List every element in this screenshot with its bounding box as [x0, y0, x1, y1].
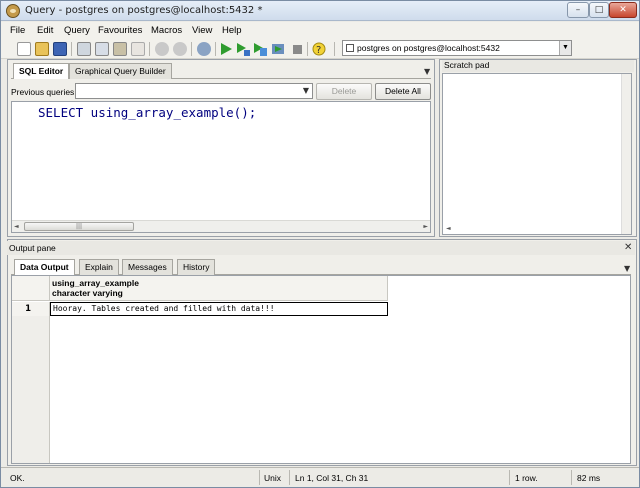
column-name: using_array_example	[52, 278, 139, 288]
output-pane-title: Output pane	[7, 241, 635, 255]
connection-select[interactable]: postgres on postgres@localhost:5432 ▼	[342, 40, 572, 56]
toolbar-separator	[191, 42, 192, 56]
copy-icon[interactable]	[95, 42, 109, 56]
grid-corner[interactable]	[12, 276, 50, 301]
vertical-scrollbar[interactable]	[621, 74, 631, 234]
menu-query[interactable]: Query	[64, 25, 90, 36]
tab-sql-editor[interactable]: SQL Editor	[13, 63, 70, 79]
sql-editor[interactable]: SELECT using_array_example(); ◄ ||| ►	[11, 101, 431, 233]
tab-explain[interactable]: Explain	[79, 259, 119, 275]
explain-analyze-icon[interactable]	[271, 42, 285, 56]
undo-icon[interactable]	[155, 42, 169, 56]
close-icon[interactable]: ✕	[624, 242, 632, 253]
scroll-left-icon[interactable]: ◄	[446, 225, 451, 232]
open-folder-icon[interactable]	[35, 42, 49, 56]
help-icon[interactable]: ?	[312, 42, 326, 56]
row-gutter	[12, 316, 50, 463]
delete-button[interactable]: Delete	[316, 83, 372, 100]
status-encoding: Unix	[264, 473, 282, 483]
cut-icon[interactable]	[77, 42, 91, 56]
status-row-count: 1 row.	[515, 473, 538, 483]
close-window-button[interactable]: ✕	[609, 2, 637, 18]
menu-file[interactable]: File	[10, 25, 25, 36]
tab-messages[interactable]: Messages	[122, 259, 173, 275]
toolbar-separator	[215, 42, 216, 56]
scrollbar-thumb[interactable]: |||	[24, 222, 134, 231]
cancel-query-icon[interactable]	[290, 42, 304, 56]
toolbar-separator	[149, 42, 150, 56]
status-separator	[259, 470, 260, 485]
status-separator	[509, 470, 510, 485]
menu-edit[interactable]: Edit	[37, 25, 53, 36]
connection-label: postgres on postgres@localhost:5432	[357, 43, 500, 53]
data-output-grid: using_array_example character varying 1 …	[11, 275, 631, 464]
save-icon[interactable]	[53, 42, 67, 56]
paste-icon[interactable]	[113, 42, 127, 56]
sql-query-text[interactable]: SELECT using_array_example();	[38, 105, 256, 120]
menu-favourites[interactable]: Favourites	[98, 25, 142, 36]
clear-icon[interactable]	[131, 42, 145, 56]
toolbar: ? postgres on postgres@localhost:5432 ▼	[1, 39, 639, 59]
row-number[interactable]: 1	[12, 302, 50, 316]
new-file-icon[interactable]	[17, 42, 31, 56]
toolbar-separator	[71, 42, 72, 56]
delete-all-button[interactable]: Delete All	[375, 83, 431, 100]
chevron-down-icon[interactable]: ▼	[559, 41, 571, 55]
tab-history[interactable]: History	[177, 259, 216, 275]
tab-graphical-query-builder[interactable]: Graphical Query Builder	[69, 63, 172, 79]
scroll-right-icon[interactable]: ►	[423, 223, 428, 230]
menu-macros[interactable]: Macros	[151, 25, 182, 36]
menu-bar: File Edit Query Favourites Macros View H…	[1, 22, 639, 39]
status-separator	[571, 470, 572, 485]
column-header[interactable]: using_array_example character varying	[50, 276, 388, 301]
chevron-down-icon[interactable]: ▼	[424, 67, 430, 76]
minimize-button[interactable]: –	[567, 2, 589, 18]
find-icon[interactable]	[197, 42, 211, 56]
connection-checkbox[interactable]	[346, 44, 354, 52]
menu-view[interactable]: View	[192, 25, 212, 36]
status-bar: OK. Unix Ln 1, Col 31, Ch 31 1 row. 82 m…	[1, 467, 639, 487]
chevron-down-icon[interactable]: ▼	[303, 86, 309, 95]
menu-help[interactable]: Help	[222, 25, 242, 36]
column-type: character varying	[52, 288, 123, 298]
status-cursor-position: Ln 1, Col 31, Ch 31	[295, 473, 369, 483]
previous-queries-label: Previous queries	[11, 87, 75, 97]
status-text: OK.	[10, 473, 25, 483]
status-separator	[289, 470, 290, 485]
scratch-pad-editor[interactable]: ◄	[442, 73, 632, 235]
chevron-down-icon[interactable]: ▼	[624, 264, 630, 273]
scratch-pad-title: Scratch pad	[442, 60, 634, 72]
scroll-left-icon[interactable]: ◄	[14, 223, 19, 230]
execute-icon[interactable]	[219, 42, 233, 56]
previous-queries-select[interactable]: ▼	[75, 83, 313, 99]
tab-data-output[interactable]: Data Output	[14, 259, 75, 275]
toolbar-separator	[307, 42, 308, 56]
status-exec-time: 82 ms	[577, 473, 601, 483]
execute-to-file-icon[interactable]	[236, 42, 250, 56]
explain-query-icon[interactable]	[253, 42, 267, 56]
result-cell[interactable]: Hooray. Tables created and filled with d…	[50, 302, 388, 316]
title-bar: Query - postgres on postgres@localhost:5…	[1, 1, 639, 21]
query-window: Query - postgres on postgres@localhost:5…	[0, 0, 640, 488]
redo-icon[interactable]	[173, 42, 187, 56]
svg-text:?: ?	[316, 45, 321, 56]
maximize-button[interactable]: □	[589, 2, 609, 18]
window-title: Query - postgres on postgres@localhost:5…	[25, 5, 263, 16]
horizontal-scrollbar[interactable]: ◄ ||| ►	[12, 220, 430, 232]
toolbar-separator	[334, 42, 335, 56]
postgres-elephant-icon	[6, 4, 20, 18]
